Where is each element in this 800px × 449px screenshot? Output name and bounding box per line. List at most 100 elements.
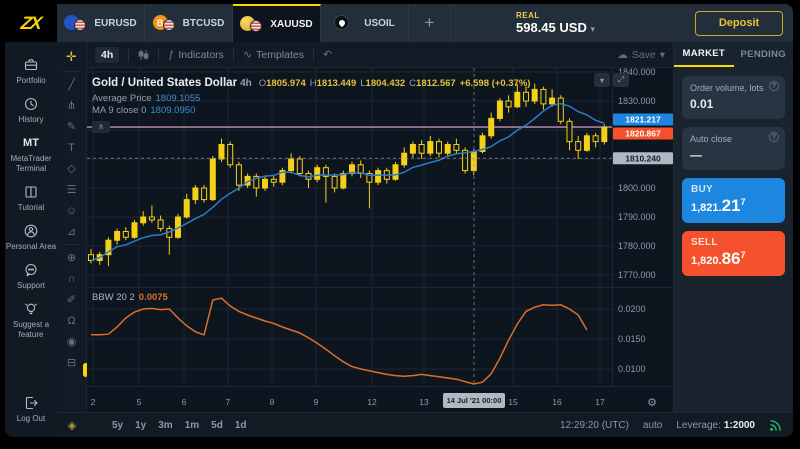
svg-text:2: 2 (91, 397, 96, 407)
trendline-tool[interactable]: ╱ (57, 74, 86, 95)
chart-canvas: 1840.0001830.0001800.0001790.0001780.000… (87, 68, 673, 412)
svg-text:5: 5 (137, 397, 142, 407)
range-1d[interactable]: 1d (232, 418, 250, 433)
range-5y[interactable]: 5y (109, 418, 126, 433)
tab-label: USOIL (364, 18, 395, 29)
sidebar-item-metatrader[interactable]: MT MetaTrader Terminal (5, 130, 57, 179)
zoom-in-tool[interactable]: ⊕ (57, 247, 86, 268)
sidebar-item-logout[interactable]: Log Out (5, 390, 57, 429)
undo-button[interactable]: ↶ (323, 48, 332, 61)
hide-tool[interactable]: ◉ (57, 331, 86, 352)
crosshair-tool[interactable]: ✛ (57, 45, 86, 69)
brand-logo[interactable]: ZX (5, 4, 57, 42)
candles-icon (138, 49, 149, 61)
indicators-button[interactable]: ƒ Indicators (168, 49, 224, 61)
help-icon[interactable]: ? (769, 81, 779, 91)
price-chart[interactable]: 1840.0001830.0001800.0001790.0001780.000… (87, 68, 673, 412)
svg-text:13: 13 (419, 397, 429, 407)
tab-pending[interactable]: PENDING (734, 42, 794, 67)
svg-text:1780.000: 1780.000 (618, 241, 656, 251)
range-3m[interactable]: 3m (155, 418, 175, 433)
measure-tool[interactable]: ⊿ (57, 221, 86, 242)
scroll-to-end-button[interactable]: ▾ (594, 73, 610, 87)
logout-icon (23, 395, 39, 411)
timezone-auto-button[interactable]: auto (643, 420, 662, 431)
tab-market[interactable]: MARKET (674, 42, 734, 67)
main-area: Portfolio History MT MetaTrader Terminal… (5, 42, 793, 437)
sidebar-item-tutorial[interactable]: Tutorial (5, 179, 57, 218)
chevron-down-icon: ▾ (660, 49, 665, 61)
tab-label: XAUUSD (270, 19, 312, 30)
tab-btcusd[interactable]: B BTCUSD (145, 4, 233, 42)
range-5d[interactable]: 5d (208, 418, 226, 433)
tab-xauusd[interactable]: XAUUSD (233, 4, 321, 42)
sell-button[interactable]: SELL 1,820.867 (682, 231, 785, 276)
sidebar-item-personal-area[interactable]: Personal Area (5, 218, 57, 257)
chart-mini-controls: ▾ ⤢ (594, 73, 629, 87)
sidebar-item-suggest-feature[interactable]: Suggest a feature (5, 296, 57, 345)
divider (313, 48, 314, 62)
help-icon[interactable]: ? (769, 132, 779, 142)
svg-text:16: 16 (552, 397, 562, 407)
oil-icon (334, 15, 358, 31)
range-1y[interactable]: 1y (132, 418, 149, 433)
order-panel: MARKET PENDING Order volume, lots 0.01 ?… (673, 42, 793, 412)
gold-us-pair-icon (240, 16, 264, 32)
axis-settings-gear-icon[interactable]: ⚙ (647, 396, 657, 409)
terminal-window: ZX EURUSD B BTCUSD XAUUSD USOIL + REAL 5… (5, 4, 793, 437)
svg-text:12: 12 (367, 397, 377, 407)
tab-eurusd[interactable]: EURUSD (57, 4, 145, 42)
svg-text:1821.217: 1821.217 (625, 114, 661, 124)
sidebar-item-label: Portfolio (16, 76, 45, 86)
book-icon (23, 184, 39, 200)
collapse-legend-button[interactable]: ∧ (92, 121, 110, 133)
order-volume-field[interactable]: Order volume, lots 0.01 ? (682, 76, 785, 119)
timeframe-button[interactable]: 4h (95, 47, 119, 63)
svg-text:17: 17 (595, 397, 605, 407)
chart-type-button[interactable] (138, 49, 149, 61)
brush-tool[interactable]: ✎ (57, 116, 86, 137)
emoji-tool[interactable]: ☺ (57, 200, 86, 221)
eu-us-pair-icon (64, 15, 88, 31)
sidebar-item-history[interactable]: History (5, 91, 57, 130)
account-type-badge: REAL (516, 11, 595, 20)
lock-tool[interactable]: Ω (57, 310, 86, 331)
sidebar-item-label: Suggest a feature (5, 320, 57, 340)
fx-icon: ƒ (168, 49, 174, 61)
svg-text:9: 9 (314, 397, 319, 407)
sidebar-item-support[interactable]: Support (5, 257, 57, 296)
svg-text:0.0150: 0.0150 (618, 334, 646, 344)
text-tool[interactable]: T (57, 137, 86, 158)
bulb-icon (23, 301, 39, 317)
fullscreen-button[interactable]: ⤢ (613, 73, 629, 87)
range-selector: 5y 1y 3m 1m 5d 1d (109, 418, 250, 433)
buy-price: 1,821.217 (691, 196, 776, 216)
range-1m[interactable]: 1m (182, 418, 202, 433)
pitchfork-tool[interactable]: ⋔ (57, 95, 86, 116)
svg-text:0.0100: 0.0100 (618, 364, 646, 374)
magnet-tool[interactable]: ∩ (57, 268, 86, 289)
templates-button[interactable]: ∿ Templates (243, 48, 304, 61)
svg-text:0.0200: 0.0200 (618, 304, 646, 314)
delete-tool[interactable]: ⊟ (57, 352, 86, 373)
tab-usoil[interactable]: USOIL (321, 4, 409, 42)
cloud-icon: ☁ (617, 49, 628, 61)
draw-mode-tool[interactable]: ✐ (57, 289, 86, 310)
workspace: ✛ ╱ ⋔ ✎ T ◇ ☰ ☺ ⊿ ⊕ ∩ ✐ Ω ◉ ⊟ (57, 42, 793, 437)
deposit-button[interactable]: Deposit (695, 11, 783, 36)
topbar: ZX EURUSD B BTCUSD XAUUSD USOIL + REAL 5… (5, 4, 793, 42)
divider (63, 71, 81, 72)
save-layout-button[interactable]: ☁ Save ▾ (617, 49, 665, 61)
pattern-tool[interactable]: ◇ (57, 158, 86, 179)
screen: ZX EURUSD B BTCUSD XAUUSD USOIL + REAL 5… (0, 0, 800, 449)
sidebar-item-portfolio[interactable]: Portfolio (5, 52, 57, 91)
buy-button[interactable]: BUY 1,821.217 (682, 178, 785, 223)
add-instrument-button[interactable]: + (409, 4, 451, 42)
account-balance: 598.45 USD ▾ (516, 20, 595, 35)
auto-close-field[interactable]: Auto close — ? (682, 127, 785, 170)
account-switcher[interactable]: REAL 598.45 USD ▾ (516, 4, 595, 42)
objects-icon[interactable]: ◈ (57, 419, 87, 432)
lines-tool[interactable]: ☰ (57, 179, 86, 200)
briefcase-icon (23, 57, 39, 73)
connection-signal-icon (769, 418, 783, 432)
